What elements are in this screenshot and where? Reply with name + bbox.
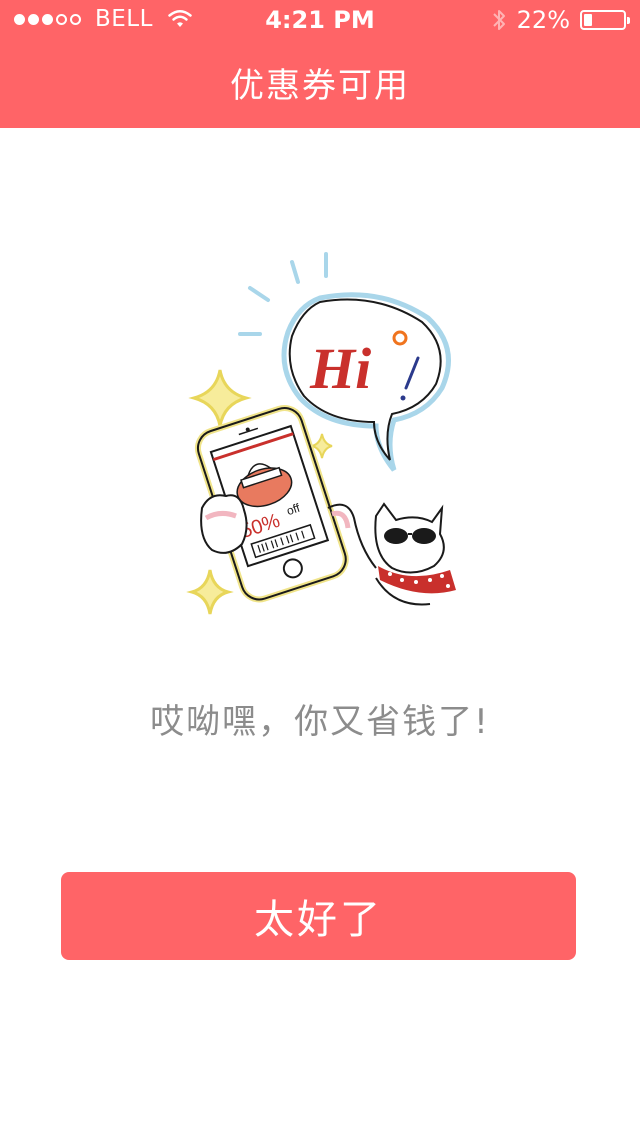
battery-icon [580, 10, 630, 30]
bluetooth-icon [492, 10, 505, 30]
savings-message: 哎呦嘿，你又省钱了! [150, 702, 490, 742]
coupon-cat-illustration: Hi 50% off [186, 252, 456, 615]
cat-drawing [374, 502, 456, 606]
sparkle-star [188, 369, 252, 427]
hand-drawing [200, 494, 248, 554]
header-bar: BELL 4:21 PM 22% 优惠券可用 [0, 0, 640, 128]
battery-percentage: 22% [516, 6, 570, 34]
status-bar: BELL 4:21 PM 22% [0, 0, 640, 40]
page-title: 优惠券可用 [230, 66, 410, 106]
status-right: 22% [491, 6, 630, 34]
speech-bubble-text: Hi [309, 336, 371, 401]
confirm-button[interactable]: 太好了 [61, 872, 576, 960]
battery-level-fill [584, 14, 592, 26]
sparkle-star [186, 569, 234, 615]
